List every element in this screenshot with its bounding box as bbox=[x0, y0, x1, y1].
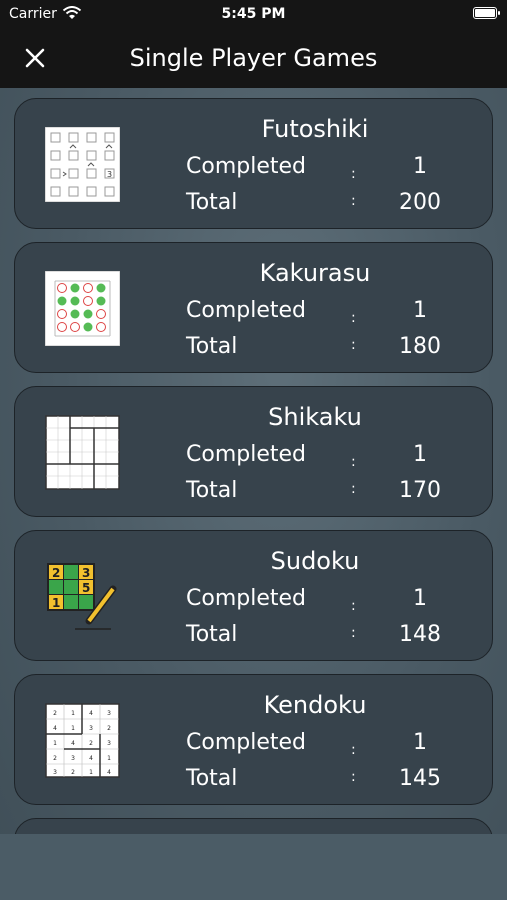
kendoku-digit: 2 bbox=[53, 710, 57, 717]
sudoku-digit: 5 bbox=[82, 581, 90, 595]
game-card-futoshiki[interactable]: 3 Futoshiki Completed : 1 Total : 200 bbox=[14, 98, 493, 229]
total-value: 145 bbox=[399, 766, 441, 791]
completed-label: Completed bbox=[186, 298, 306, 323]
total-separator: : bbox=[351, 193, 356, 209]
total-separator: : bbox=[351, 337, 356, 353]
total-separator: : bbox=[351, 625, 356, 641]
games-list: 3 Futoshiki Completed : 1 Total : 200 Ka… bbox=[0, 88, 507, 834]
completed-separator: : bbox=[351, 166, 356, 182]
total-value: 148 bbox=[399, 622, 441, 647]
total-label: Total bbox=[186, 190, 238, 215]
bottom-area bbox=[0, 834, 507, 900]
kendoku-digit: 1 bbox=[71, 725, 75, 732]
game-card-sudoku[interactable]: 2 3 5 1 Sudoku Completed : 1 Total : 148 bbox=[14, 530, 493, 661]
total-value: 170 bbox=[399, 478, 441, 503]
completed-separator: : bbox=[351, 454, 356, 470]
kendoku-digit: 4 bbox=[71, 740, 75, 747]
game-title: Futoshiki bbox=[261, 115, 369, 143]
completed-separator: : bbox=[351, 742, 356, 758]
completed-value: 1 bbox=[413, 730, 427, 755]
total-value: 200 bbox=[399, 190, 441, 215]
kendoku-digit: 4 bbox=[89, 710, 93, 717]
kendoku-digit: 4 bbox=[53, 725, 57, 732]
battery-icon bbox=[473, 7, 500, 19]
kendoku-digit: 4 bbox=[107, 769, 111, 776]
sudoku-digit: 2 bbox=[52, 566, 60, 580]
completed-label: Completed bbox=[186, 442, 306, 467]
kakurasu-thumbnail bbox=[45, 271, 120, 346]
completed-label: Completed bbox=[186, 154, 306, 179]
sudoku-thumbnail: 2 3 5 1 bbox=[47, 563, 117, 630]
kendoku-digit: 2 bbox=[107, 725, 111, 732]
kendoku-digit: 4 bbox=[89, 755, 93, 762]
status-time: 5:45 PM bbox=[221, 6, 286, 22]
completed-value: 1 bbox=[413, 586, 427, 611]
game-card-shikaku[interactable]: Shikaku Completed : 1 Total : 170 bbox=[14, 386, 493, 517]
game-card-kakurasu[interactable]: Kakurasu Completed : 1 Total : 180 bbox=[14, 242, 493, 373]
completed-value: 1 bbox=[413, 154, 427, 179]
status-bar: Carrier 5:45 PM bbox=[0, 0, 507, 30]
kendoku-thumbnail: 2 1 4 3 4 1 3 2 1 4 2 3 2 3 4 1 3 2 1 4 bbox=[45, 703, 120, 778]
total-label: Total bbox=[186, 334, 238, 359]
total-separator: : bbox=[351, 481, 356, 497]
kendoku-digit: 1 bbox=[71, 710, 75, 717]
kendoku-digit: 1 bbox=[107, 755, 111, 762]
game-title: Kendoku bbox=[263, 691, 367, 719]
kendoku-digit: 2 bbox=[89, 740, 93, 747]
game-title: Sudoku bbox=[270, 547, 360, 575]
kendoku-digit: 1 bbox=[89, 769, 93, 776]
total-label: Total bbox=[186, 478, 238, 503]
navigation-bar: Single Player Games bbox=[0, 30, 507, 88]
kendoku-digit: 3 bbox=[71, 755, 75, 762]
total-label: Total bbox=[186, 622, 238, 647]
kendoku-digit: 2 bbox=[53, 755, 57, 762]
game-card-kendoku[interactable]: 2 1 4 3 4 1 3 2 1 4 2 3 2 3 4 1 3 2 1 4 Kendoku Complet… bbox=[14, 674, 493, 805]
futoshiki-thumbnail: 3 bbox=[45, 127, 120, 202]
kendoku-digit: 3 bbox=[107, 740, 111, 747]
kendoku-digit: 3 bbox=[53, 769, 57, 776]
completed-separator: : bbox=[351, 310, 356, 326]
sudoku-digit: 3 bbox=[82, 566, 90, 580]
page-title: Single Player Games bbox=[129, 44, 378, 72]
total-label: Total bbox=[186, 766, 238, 791]
game-title: Shikaku bbox=[268, 403, 362, 431]
completed-value: 1 bbox=[413, 442, 427, 467]
kendoku-digit: 2 bbox=[71, 769, 75, 776]
completed-label: Completed bbox=[186, 586, 306, 611]
completed-label: Completed bbox=[186, 730, 306, 755]
total-separator: : bbox=[351, 769, 356, 785]
kendoku-digit: 3 bbox=[89, 725, 93, 732]
shikaku-thumbnail bbox=[45, 415, 120, 490]
kendoku-digit: 1 bbox=[53, 740, 57, 747]
game-title: Kakurasu bbox=[259, 259, 371, 287]
sudoku-digit: 1 bbox=[52, 596, 60, 610]
futoshiki-digit: 3 bbox=[107, 170, 112, 179]
total-value: 180 bbox=[399, 334, 441, 359]
kendoku-digit: 3 bbox=[107, 710, 111, 717]
completed-separator: : bbox=[351, 598, 356, 614]
completed-value: 1 bbox=[413, 298, 427, 323]
